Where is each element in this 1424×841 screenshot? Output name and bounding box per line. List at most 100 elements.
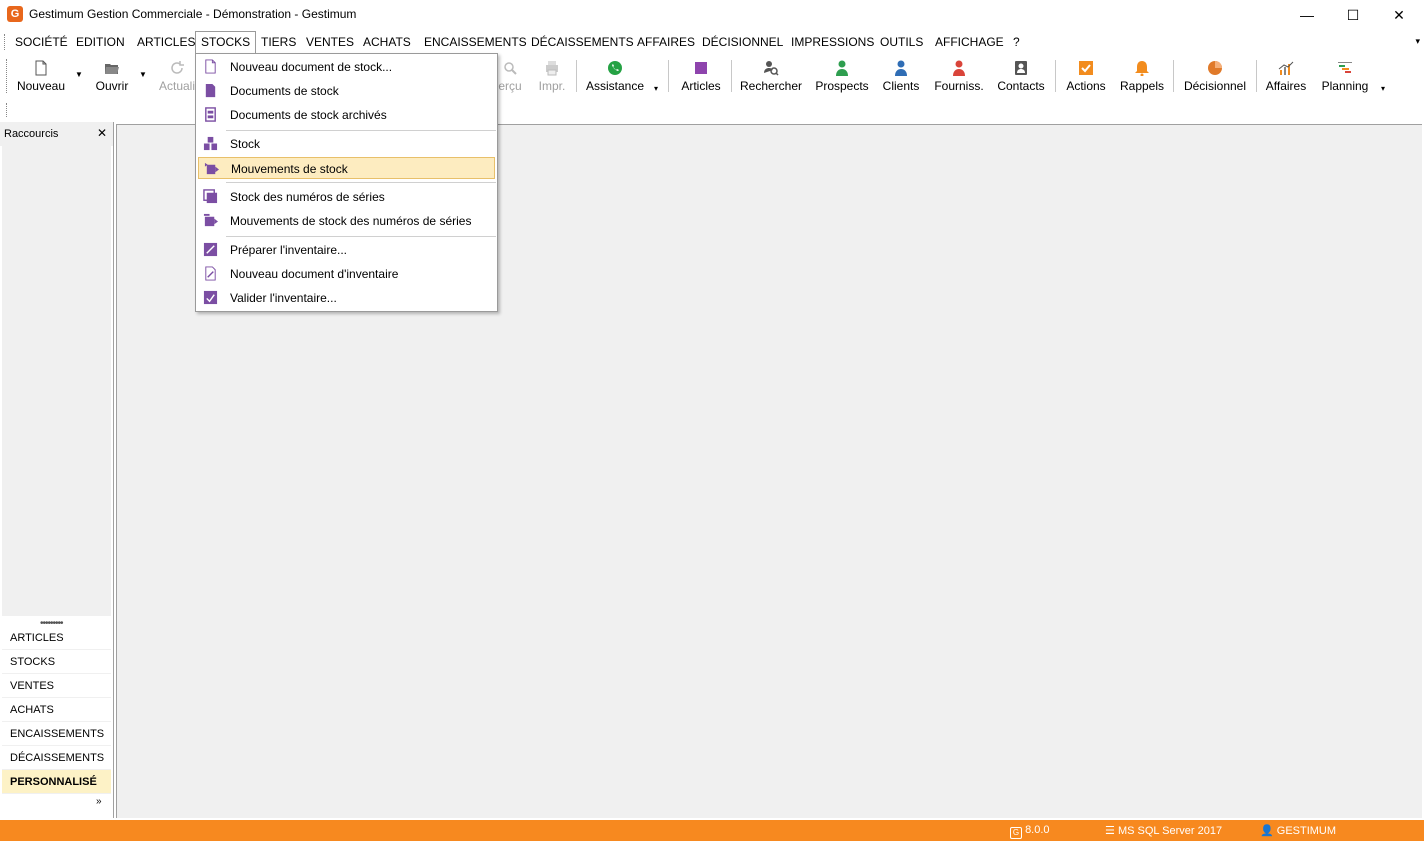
contact-card-icon [1015,61,1027,75]
menu-item-stock-movements[interactable]: Mouvements de stock [198,157,495,179]
window-title: Gestimum Gestion Commerciale - Démonstra… [29,7,357,21]
contacts-label: Contacts [997,79,1045,93]
open-button[interactable]: Ouvrir [92,58,132,96]
minimize-button[interactable]: — [1284,0,1330,30]
print-button[interactable]: Impr. [535,58,569,96]
toolbar-overflow-icon[interactable]: ▾ [1381,84,1385,93]
clients-label: Clients [882,79,920,93]
menu-item-label: Mouvements de stock [231,162,348,176]
secondary-toolbar-grip[interactable] [6,103,8,117]
serial-movement-icon [203,213,218,227]
prospects-button[interactable]: Prospects [813,58,871,96]
shortcut-groups: ARTICLES STOCKS VENTES ACHATS ENCAISSEME… [2,626,111,794]
affairs-label: Affaires [1265,79,1307,93]
articles-button[interactable]: Articles [678,58,724,96]
menu-item-prepare-inventory[interactable]: Préparer l'inventaire... [198,239,495,261]
menu-societe[interactable]: SOCIÉTÉ [10,31,73,53]
menu-impressions[interactable]: IMPRESSIONS [786,31,879,53]
contacts-button[interactable]: Contacts [995,58,1047,96]
toolbar-separator [1173,60,1174,92]
menu-articles[interactable]: ARTICLES [132,31,200,53]
new-dropdown-icon[interactable]: ▼ [75,70,83,79]
close-button[interactable]: ✕ [1376,0,1422,30]
actions-button[interactable]: Actions [1063,58,1109,96]
preview-icon [504,62,517,75]
toolbar-grip[interactable] [6,59,8,93]
affairs-button[interactable]: Affaires [1263,58,1309,96]
shortcut-group-stocks[interactable]: STOCKS [2,650,111,674]
shortcut-group-achats[interactable]: ACHATS [2,698,111,722]
shortcut-group-decaissements[interactable]: DÉCAISSEMENTS [2,746,111,770]
app-logo-icon: G [7,6,23,22]
shortcuts-close-icon[interactable]: ✕ [97,126,107,140]
status-bar: G 8.0.0 ☰ MS SQL Server 2017 👤 GESTIMUM [0,820,1424,841]
toolbar-separator [1256,60,1257,92]
search-label: Rechercher [739,79,803,93]
prospect-person-icon [836,60,848,76]
new-button[interactable]: Nouveau [14,58,68,96]
menu-affichage[interactable]: AFFICHAGE [930,31,1009,53]
menubar-overflow-icon[interactable]: ▾ [1415,36,1420,47]
bell-icon [1135,61,1149,76]
toolbar-separator [731,60,732,92]
decisional-button[interactable]: Décisionnel [1181,58,1249,96]
open-dropdown-icon[interactable]: ▼ [139,70,147,79]
refresh-button[interactable]: Actuali [156,58,198,96]
menu-decaissements[interactable]: DÉCAISSEMENTS [526,31,639,53]
menu-item-serial-stock-movements[interactable]: Mouvements de stock des numéros de série… [198,210,495,232]
menu-achats[interactable]: ACHATS [358,31,416,53]
menu-item-label: Nouveau document de stock... [230,60,393,74]
app-version-icon: G [1010,827,1022,839]
menu-help[interactable]: ? [1008,31,1025,53]
stocks-dropdown-menu: Nouveau document de stock... Documents d… [195,53,498,312]
prospects-label: Prospects [815,79,869,93]
menu-outils[interactable]: OUTILS [875,31,928,53]
serial-stock-icon [203,189,218,204]
menu-item-archived-stock-documents[interactable]: Documents de stock archivés [198,104,495,126]
clients-button[interactable]: Clients [880,58,922,96]
menubar-grip[interactable] [4,34,6,50]
menu-item-new-inventory-document[interactable]: Nouveau document d'inventaire [198,263,495,285]
toolbar-separator [668,60,669,92]
menu-item-label: Documents de stock [230,84,339,98]
menu-item-stock[interactable]: Stock [198,133,495,155]
actions-label: Actions [1066,79,1106,93]
preview-button[interactable]: erçu [496,58,524,96]
menu-affaires[interactable]: AFFAIRES [632,31,700,53]
menu-ventes[interactable]: VENTES [301,31,359,53]
menu-item-serial-stock[interactable]: Stock des numéros de séries [198,186,495,208]
menu-separator [226,236,496,237]
database-status: ☰ MS SQL Server 2017 [1105,824,1222,837]
whatsapp-icon [608,61,622,75]
planning-button[interactable]: Planning [1318,58,1372,96]
search-button[interactable]: Rechercher [739,58,803,96]
shortcuts-panel: Raccourcis ✕ ••••••••• ARTICLES STOCKS V… [0,122,114,818]
decisional-label: Décisionnel [1183,79,1247,93]
menu-encaissements[interactable]: ENCAISSEMENTS [419,31,532,53]
shortcut-group-encaissements[interactable]: ENCAISSEMENTS [2,722,111,746]
suppliers-button[interactable]: Fourniss. [932,58,986,96]
refresh-label: Actuali [158,79,196,93]
menu-item-label: Valider l'inventaire... [230,291,337,305]
open-label: Ouvrir [95,79,129,93]
maximize-button[interactable]: ☐ [1330,0,1376,30]
menu-item-label: Stock [230,137,261,151]
menu-tiers[interactable]: TIERS [256,31,301,53]
shortcut-group-articles[interactable]: ARTICLES [2,626,111,650]
growth-chart-icon [1278,61,1294,75]
shortcuts-more-icon[interactable]: » [96,796,102,807]
print-label: Impr. [538,79,566,93]
menu-edition[interactable]: EDITION [71,31,130,53]
menu-item-validate-inventory[interactable]: Valider l'inventaire... [198,287,495,309]
reminders-button[interactable]: Rappels [1118,58,1166,96]
menu-separator [226,182,496,183]
shortcut-group-personnalise[interactable]: PERSONNALISÉ [2,770,111,794]
assistance-button[interactable]: Assistance [584,58,646,96]
menu-decisionnel[interactable]: DÉCISIONNEL [697,31,788,53]
assistance-dropdown-icon[interactable]: ▾ [654,84,658,93]
stock-movement-icon [204,162,219,175]
menu-item-stock-documents[interactable]: Documents de stock [198,80,495,102]
menu-item-new-stock-document[interactable]: Nouveau document de stock... [198,56,495,78]
menu-stocks[interactable]: STOCKS [195,31,257,53]
shortcut-group-ventes[interactable]: VENTES [2,674,111,698]
